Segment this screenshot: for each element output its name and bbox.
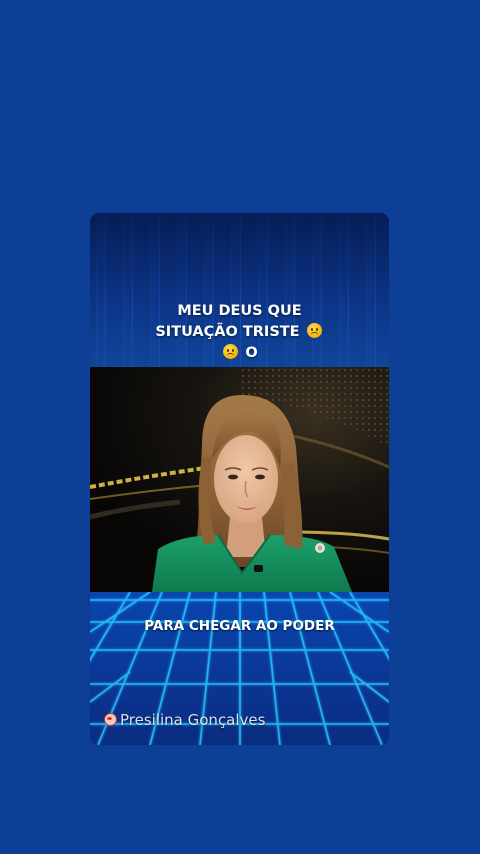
video-card[interactable]: MEU DEUS QUE SITUAÇÃO TRISTE O PARA CHEG… xyxy=(90,213,389,745)
top-caption: MEU DEUS QUE SITUAÇÃO TRISTE O xyxy=(90,301,389,364)
top-caption-line-3: O xyxy=(90,343,389,364)
video-frame[interactable] xyxy=(90,367,389,592)
author-watermark: Presilina Gonçalves xyxy=(104,711,265,729)
presenter-image xyxy=(90,367,389,592)
sad-face-icon xyxy=(223,344,239,359)
sad-face-icon xyxy=(306,323,322,338)
top-caption-line-3-text: O xyxy=(245,345,258,361)
face-icon xyxy=(104,713,117,726)
bottom-caption-band: PARA CHEGAR AO PODER Presilina Gonçalves xyxy=(90,592,389,745)
author-name: Presilina Gonçalves xyxy=(120,711,266,729)
top-caption-line-2-text: SITUAÇÃO TRISTE xyxy=(155,324,300,340)
top-caption-line-2: SITUAÇÃO TRISTE xyxy=(90,322,389,343)
bottom-caption: PARA CHEGAR AO PODER xyxy=(144,618,335,634)
top-caption-line-1: MEU DEUS QUE xyxy=(177,303,302,319)
top-caption-band: MEU DEUS QUE SITUAÇÃO TRISTE O xyxy=(90,213,389,367)
page: MEU DEUS QUE SITUAÇÃO TRISTE O PARA CHEG… xyxy=(0,0,480,854)
